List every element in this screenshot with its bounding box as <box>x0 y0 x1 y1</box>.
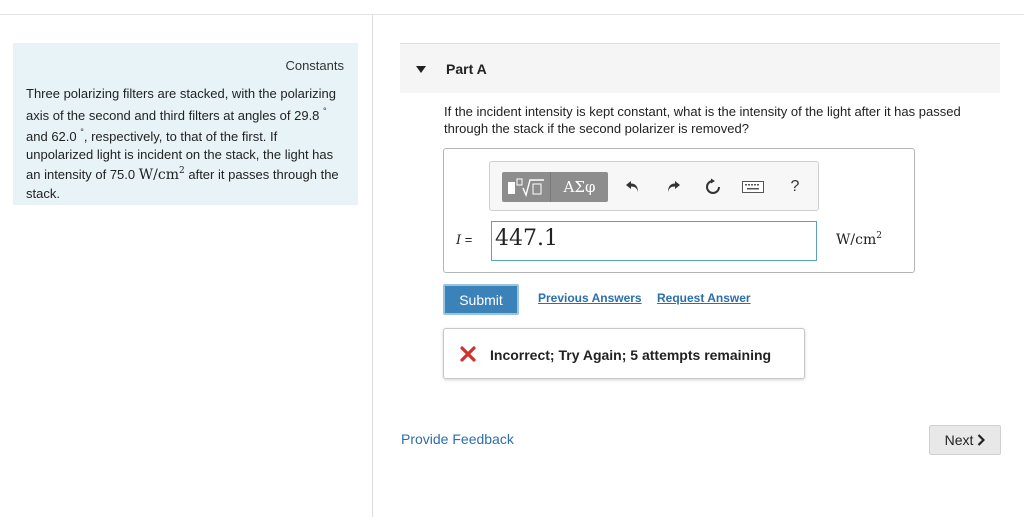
answer-box: ΑΣφ ? I = 447.1 W/cm2 <box>443 148 915 273</box>
chevron-right-icon <box>978 434 986 446</box>
previous-answers-link[interactable]: Previous Answers <box>538 291 642 305</box>
angle-2: 62.0 <box>51 129 77 144</box>
answer-unit: W/cm2 <box>836 231 882 248</box>
submit-button[interactable]: Submit <box>443 284 519 315</box>
question-text: If the incident intensity is kept consta… <box>444 104 961 136</box>
help-button[interactable]: ? <box>784 176 806 198</box>
answer-equals: = <box>461 232 473 247</box>
problem-statement: Three polarizing filters are stacked, wi… <box>26 85 348 202</box>
request-answer-link[interactable]: Request Answer <box>657 291 751 305</box>
top-divider <box>0 14 1024 15</box>
given-unit: W/cm2 <box>138 166 185 183</box>
given-intensity: 75.0 <box>109 167 136 182</box>
answer-label: I = <box>456 232 472 248</box>
constants-title: Constants <box>285 58 344 73</box>
undo-icon[interactable] <box>622 176 644 198</box>
angle-1: 29.8 <box>294 107 320 123</box>
greek-symbols-button[interactable]: ΑΣφ <box>550 172 608 202</box>
next-button[interactable]: Next <box>929 425 1001 455</box>
problem-text-1: Three polarizing filters are stacked, wi… <box>26 86 336 123</box>
collapse-caret-icon[interactable] <box>416 66 426 73</box>
reset-icon[interactable] <box>702 176 724 198</box>
given-unit-base: W/cm <box>138 167 179 183</box>
keyboard-icon[interactable] <box>742 176 764 198</box>
templates-icon <box>508 178 544 198</box>
answer-unit-base: W/cm <box>836 232 877 248</box>
part-a-header[interactable]: Part A <box>400 43 1000 93</box>
redo-icon[interactable] <box>662 176 684 198</box>
answer-input[interactable]: 447.1 <box>491 221 817 261</box>
degree-symbol-1: ° <box>323 105 327 116</box>
feedback-message-box: Incorrect; Try Again; 5 attempts remaini… <box>443 328 805 379</box>
templates-button[interactable] <box>502 172 550 202</box>
incorrect-x-icon <box>460 346 476 362</box>
column-divider <box>372 14 373 517</box>
problem-text-2: and <box>26 129 52 144</box>
provide-feedback-link[interactable]: Provide Feedback <box>401 431 514 447</box>
feedback-text: Incorrect; Try Again; 5 attempts remaini… <box>490 347 772 363</box>
toolbar-button-group: ΑΣφ <box>502 172 608 202</box>
constants-panel: Constants Three polarizing filters are s… <box>13 43 358 205</box>
part-title: Part A <box>446 61 487 77</box>
math-toolbar: ΑΣφ ? <box>489 161 819 211</box>
next-label: Next <box>944 432 974 448</box>
answer-unit-exp: 2 <box>876 231 882 241</box>
